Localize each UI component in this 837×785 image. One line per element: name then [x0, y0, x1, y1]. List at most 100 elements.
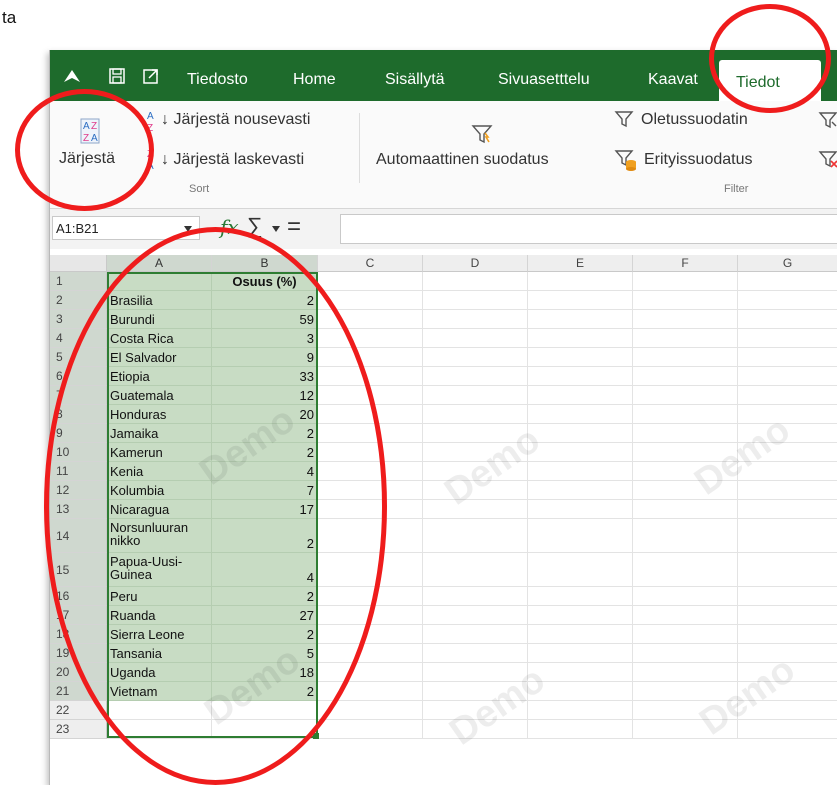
row-header-20[interactable]: 20 [50, 663, 107, 682]
cell-e9[interactable] [528, 424, 633, 443]
cell-a3[interactable]: Burundi [107, 310, 212, 329]
name-box[interactable]: A1:B21 [52, 216, 200, 240]
autofilter-button[interactable]: Automaattinen suodatus [376, 151, 549, 169]
cell-c3[interactable] [318, 310, 423, 329]
cell-d3[interactable] [423, 310, 528, 329]
cell-d18[interactable] [423, 625, 528, 644]
column-header-g[interactable]: G [738, 255, 837, 272]
cell-b5[interactable]: 9 [212, 348, 318, 367]
row-header-5[interactable]: 5 [50, 348, 107, 367]
cell-a23[interactable] [107, 720, 212, 739]
cell-c19[interactable] [318, 644, 423, 663]
cell-f15[interactable] [633, 553, 738, 587]
cell-e12[interactable] [528, 481, 633, 500]
cell-a8[interactable]: Honduras [107, 405, 212, 424]
cell-f3[interactable] [633, 310, 738, 329]
cell-f18[interactable] [633, 625, 738, 644]
cell-g13[interactable] [738, 500, 837, 519]
cell-f9[interactable] [633, 424, 738, 443]
cell-a15[interactable]: Papua-Uusi-Guinea [107, 553, 212, 587]
spreadsheet-grid[interactable]: A B C D E F G 1 Osuus (%) 2 Brasilia 2 3 Burundi 59 4 Co… [50, 255, 837, 785]
function-wizard-icon[interactable]: fx [220, 215, 239, 239]
cell-c14[interactable] [318, 519, 423, 553]
cell-c12[interactable] [318, 481, 423, 500]
cell-e6[interactable] [528, 367, 633, 386]
cell-d5[interactable] [423, 348, 528, 367]
column-header-b[interactable]: B [212, 255, 318, 272]
special-filter-button[interactable]: Erityissuodatus [644, 151, 753, 169]
cell-c10[interactable] [318, 443, 423, 462]
cell-c21[interactable] [318, 682, 423, 701]
cell-b2[interactable]: 2 [212, 291, 318, 310]
cell-a5[interactable]: El Salvador [107, 348, 212, 367]
menu-tiedosto[interactable]: Tiedosto [187, 71, 248, 89]
cell-e14[interactable] [528, 519, 633, 553]
row-header-22[interactable]: 22 [50, 701, 107, 720]
cell-f4[interactable] [633, 329, 738, 348]
row-header-23[interactable]: 23 [50, 720, 107, 739]
cell-c11[interactable] [318, 462, 423, 481]
cell-d8[interactable] [423, 405, 528, 424]
cell-b1[interactable]: Osuus (%) [212, 272, 318, 291]
cell-e15[interactable] [528, 553, 633, 587]
cell-a22[interactable] [107, 701, 212, 720]
column-header-c[interactable]: C [318, 255, 423, 272]
cell-f20[interactable] [633, 663, 738, 682]
cell-f17[interactable] [633, 606, 738, 625]
save-icon[interactable] [108, 67, 126, 85]
cell-b16[interactable]: 2 [212, 587, 318, 606]
row-header-13[interactable]: 13 [50, 500, 107, 519]
cell-g3[interactable] [738, 310, 837, 329]
cell-g5[interactable] [738, 348, 837, 367]
cell-g23[interactable] [738, 720, 837, 739]
cell-e18[interactable] [528, 625, 633, 644]
row-header-6[interactable]: 6 [50, 367, 107, 386]
cell-c13[interactable] [318, 500, 423, 519]
cell-a13[interactable]: Nicaragua [107, 500, 212, 519]
cell-f19[interactable] [633, 644, 738, 663]
row-header-7[interactable]: 7 [50, 386, 107, 405]
row-header-21[interactable]: 21 [50, 682, 107, 701]
cell-e17[interactable] [528, 606, 633, 625]
cell-e7[interactable] [528, 386, 633, 405]
cell-e8[interactable] [528, 405, 633, 424]
sort-descending-button[interactable]: ↓ Järjestä laskevasti [161, 151, 304, 169]
cell-d2[interactable] [423, 291, 528, 310]
row-header-19[interactable]: 19 [50, 644, 107, 663]
cell-b17[interactable]: 27 [212, 606, 318, 625]
cell-e13[interactable] [528, 500, 633, 519]
cell-b4[interactable]: 3 [212, 329, 318, 348]
open-window-icon[interactable] [142, 67, 160, 85]
cell-g8[interactable] [738, 405, 837, 424]
cell-f5[interactable] [633, 348, 738, 367]
default-filter-button[interactable]: Oletussuodatin [641, 111, 748, 129]
cell-c8[interactable] [318, 405, 423, 424]
cell-e11[interactable] [528, 462, 633, 481]
cell-a16[interactable]: Peru [107, 587, 212, 606]
cell-b14[interactable]: 2 [212, 519, 318, 553]
cell-d1[interactable] [423, 272, 528, 291]
cell-g2[interactable] [738, 291, 837, 310]
cell-e16[interactable] [528, 587, 633, 606]
column-header-d[interactable]: D [423, 255, 528, 272]
row-header-1[interactable]: 1 [50, 272, 107, 291]
menu-kaavat[interactable]: Kaavat [648, 71, 698, 89]
cell-f16[interactable] [633, 587, 738, 606]
cell-c2[interactable] [318, 291, 423, 310]
cell-b18[interactable]: 2 [212, 625, 318, 644]
row-header-11[interactable]: 11 [50, 462, 107, 481]
cell-c4[interactable] [318, 329, 423, 348]
cell-f2[interactable] [633, 291, 738, 310]
row-header-9[interactable]: 9 [50, 424, 107, 443]
cell-d19[interactable] [423, 644, 528, 663]
equals-icon[interactable]: = [287, 213, 301, 241]
cell-e19[interactable] [528, 644, 633, 663]
cell-c15[interactable] [318, 553, 423, 587]
cell-e3[interactable] [528, 310, 633, 329]
cell-c7[interactable] [318, 386, 423, 405]
cell-g16[interactable] [738, 587, 837, 606]
cell-c16[interactable] [318, 587, 423, 606]
cell-d15[interactable] [423, 553, 528, 587]
chevron-down-icon[interactable] [184, 226, 192, 232]
cell-a4[interactable]: Costa Rica [107, 329, 212, 348]
